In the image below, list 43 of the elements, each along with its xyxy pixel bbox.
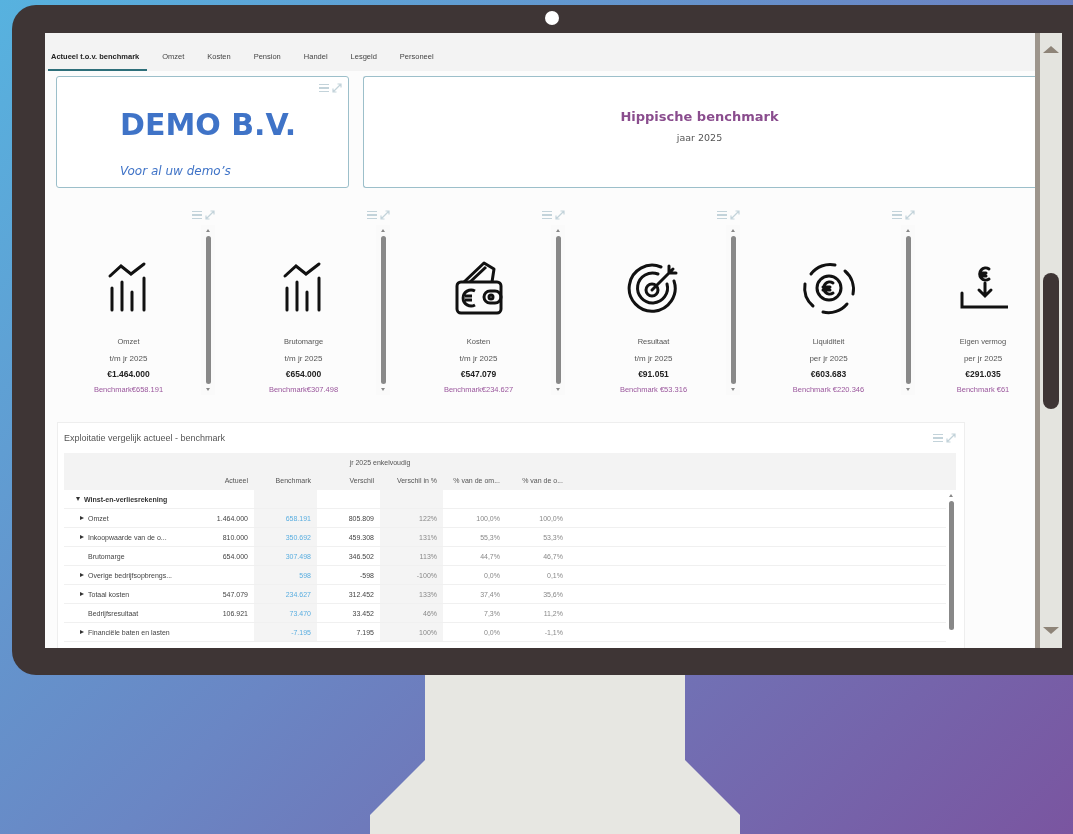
expand-icon[interactable]: [905, 210, 915, 220]
caret-icon[interactable]: [80, 592, 84, 596]
kpi-period: t/m jr 2025: [459, 354, 498, 363]
caret-icon[interactable]: [80, 573, 84, 577]
expand-icon[interactable]: [332, 83, 342, 93]
kpi-period: t/m jr 2025: [634, 354, 673, 363]
caret-icon[interactable]: [80, 516, 84, 520]
expand-icon[interactable]: [730, 210, 740, 220]
menu-icon[interactable]: [542, 210, 552, 220]
kpi-value: €291.035: [965, 369, 1001, 379]
menu-icon[interactable]: [192, 210, 202, 220]
kpi-period: t/m jr 2025: [284, 354, 323, 363]
dashboard-subtitle: jaar 2025: [676, 132, 723, 143]
expand-icon[interactable]: [946, 433, 956, 443]
kpi-value: €1.464.000: [107, 369, 150, 379]
expand-icon[interactable]: [380, 210, 390, 220]
menu-icon[interactable]: [367, 210, 377, 220]
caret-icon[interactable]: [76, 497, 80, 501]
company-name: DEMO B.V.: [120, 107, 298, 142]
menu-icon[interactable]: [319, 83, 329, 93]
kpi-value: €654.000: [285, 369, 322, 379]
caret-icon[interactable]: [80, 630, 84, 634]
dashboard-title: Hippische benchmark: [620, 109, 779, 124]
kpi-period: t/m jr 2025: [109, 354, 148, 363]
scroll-down-icon[interactable]: [1043, 627, 1059, 634]
expand-icon[interactable]: [205, 210, 215, 220]
kpi-value: €603.683: [810, 369, 847, 379]
kpi-period: per jr 2025: [809, 354, 848, 363]
table-title: Exploitatie vergelijk actueel - benchmark: [64, 433, 226, 443]
scroll-thumb[interactable]: [1043, 273, 1059, 409]
scroll-up-icon[interactable]: [1043, 46, 1059, 53]
menu-icon[interactable]: [933, 433, 943, 443]
menu-icon[interactable]: [892, 210, 902, 220]
camera-dot: [545, 11, 559, 25]
company-tagline: Voor al uw demo’s: [120, 164, 232, 178]
expand-icon[interactable]: [555, 210, 565, 220]
kpi-value: €547.079: [460, 369, 497, 379]
menu-icon[interactable]: [717, 210, 727, 220]
scrollbar[interactable]: [1035, 33, 1062, 648]
wallet-icon: [453, 259, 504, 317]
kpi-period: per jr 2025: [963, 354, 1003, 363]
kpi-value: €91.051: [638, 369, 669, 379]
caret-icon[interactable]: [80, 535, 84, 539]
